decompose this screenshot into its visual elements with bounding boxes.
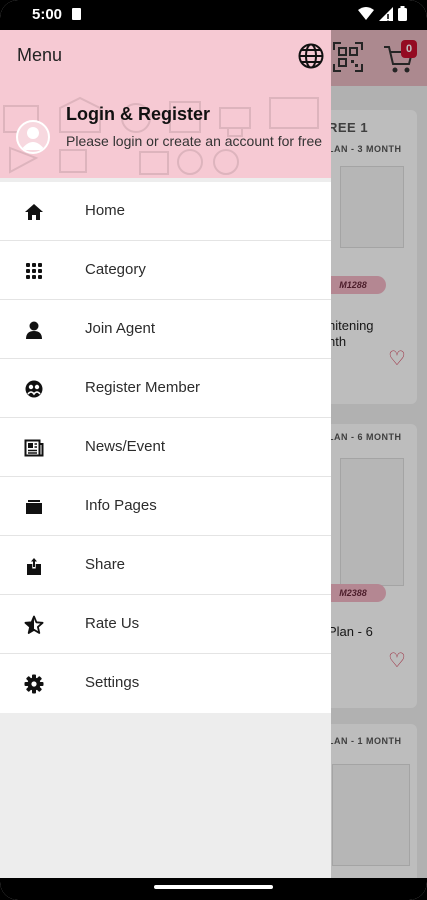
menu-item-category[interactable]: Category (0, 241, 331, 300)
menu-item-label: Join Agent (85, 320, 156, 337)
drawer-title: Menu (17, 45, 63, 65)
gear-icon (24, 674, 44, 694)
drawer-header: Menu Login & Register Please login or cr… (0, 30, 331, 178)
status-icons (358, 6, 407, 21)
menu-item-rate-us[interactable]: Rate Us (0, 595, 331, 654)
avatar-icon (16, 120, 50, 154)
share-icon (27, 556, 41, 575)
menu-item-register-member[interactable]: Register Member (0, 359, 331, 418)
person-icon (26, 321, 42, 339)
home-gesture-handle[interactable] (154, 885, 273, 889)
menu-item-label: Register Member (85, 379, 201, 396)
folder-icon (26, 500, 42, 514)
star-icon (24, 615, 44, 634)
drawer-menu: Home Category Join Agent Register Member… (0, 182, 331, 713)
menu-item-home[interactable]: Home (0, 182, 331, 241)
login-subtitle: Please login or create an account for fr… (66, 133, 323, 149)
menu-item-label: News/Event (85, 438, 166, 455)
menu-item-label: Rate Us (85, 615, 140, 632)
phone-screen: 5:00 0 REE 1 LAN - 3 MONTH M1288 hitenin… (0, 0, 427, 900)
menu-item-info-pages[interactable]: Info Pages (0, 477, 331, 536)
system-navigation-bar (0, 878, 427, 900)
grid-icon (26, 263, 42, 279)
menu-item-label: Share (85, 556, 126, 573)
battery-icon (398, 6, 407, 21)
sim-icon (72, 8, 81, 20)
newspaper-icon (24, 439, 44, 457)
menu-item-label: Home (85, 202, 126, 219)
menu-item-settings[interactable]: Settings (0, 654, 331, 713)
status-time: 5:00 (32, 6, 63, 23)
menu-item-join-agent[interactable]: Join Agent (0, 300, 331, 359)
member-icon (25, 380, 43, 398)
login-title: Login & Register (66, 104, 211, 124)
signal-icon (379, 6, 393, 21)
menu-item-label: Category (85, 261, 146, 278)
navigation-drawer: Menu Login & Register Please login or cr… (0, 30, 331, 878)
home-icon (25, 204, 43, 220)
menu-item-label: Info Pages (85, 497, 157, 514)
menu-item-share[interactable]: Share (0, 536, 331, 595)
status-bar: 5:00 (0, 0, 427, 30)
wifi-icon (358, 6, 374, 20)
menu-item-news-event[interactable]: News/Event (0, 418, 331, 477)
menu-item-label: Settings (85, 674, 140, 691)
globe-icon[interactable] (297, 42, 325, 70)
